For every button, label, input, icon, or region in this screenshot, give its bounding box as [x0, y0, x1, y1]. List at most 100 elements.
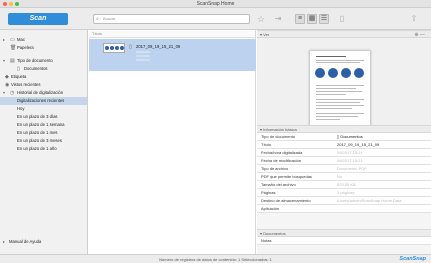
sidebar-item-label: Historial de digitalización — [17, 90, 64, 95]
search-placeholder: Buscar — [103, 16, 116, 21]
sidebar-item-recent-scans[interactable]: Digitalizaciones recientes — [0, 97, 87, 105]
share-icon[interactable]: ⇧ — [408, 13, 420, 25]
sidebar-item-label: En un plazo de 1 año — [17, 146, 57, 151]
sidebar-item-label: Etiqueta — [11, 74, 27, 79]
chevron-down-icon[interactable]: ▾ — [3, 57, 5, 65]
sidebar-item-1-year[interactable]: En un plazo de 1 año — [0, 145, 87, 153]
sidebar-item-3-days[interactable]: En un plazo de 3 días — [0, 113, 87, 121]
sidebar-item-today[interactable]: Hoy — [0, 105, 87, 113]
info-value: 1 páginas — [337, 190, 355, 195]
info-row-title: Título 2017_09_19_15_21_09 — [257, 141, 431, 149]
search-icon: ⌕ — [96, 16, 99, 22]
sidebar-item-trash[interactable]: 🗑 Papelera — [0, 44, 87, 52]
info-key: Destino de almacenamiento — [261, 198, 311, 203]
toolbar: Scan ⌕ Buscar ☆ ⇥ ≡ ▦ ☰ ▯ ⇧ — [0, 8, 431, 30]
chevron-down-icon[interactable]: ▾ — [3, 89, 5, 97]
sidebar-item-label: Digitalizaciones recientes — [17, 98, 65, 103]
sidebar-item-document-type[interactable]: ▾ ▤ Tipo de documento — [0, 57, 87, 65]
info-key: Tamaño del archivo — [261, 182, 296, 187]
title-bar: ScanSnap Home — [0, 0, 431, 8]
document-preview[interactable] — [309, 50, 371, 127]
sidebar: ▸ ▭ Mac 🗑 Papelera ▾ ▤ Tipo de documento… — [0, 30, 88, 254]
chevron-right-icon[interactable]: ▸ — [3, 36, 5, 44]
notes-label: Notas — [261, 238, 272, 243]
documents-section-header[interactable]: ▾ Documentos — [257, 229, 431, 237]
info-row-searchable-pdf: PDF que permite búsquedas No — [257, 173, 431, 181]
info-row-file-type: Tipo de archivo Documento PDF — [257, 165, 431, 173]
viewer-header[interactable]: ▾ Ver ⊕ — — [257, 30, 431, 38]
sidebar-item-label: Tipo de documento — [17, 58, 53, 63]
list-view-button[interactable]: ≡ — [295, 14, 305, 24]
status-text: Número de registros de datos de contenid… — [159, 257, 272, 262]
sidebar-item-label: Mac — [17, 37, 25, 42]
sidebar-item-label: Documentos — [24, 66, 48, 71]
info-value: No — [337, 174, 343, 179]
scan-button[interactable]: Scan — [8, 13, 68, 25]
window-title: ScanSnap Home — [196, 1, 235, 7]
title-field[interactable]: 2017_09_19_15_21_09 — [337, 141, 379, 149]
sidebar-item-scan-history[interactable]: ▾ ◷ Historial de digitalización — [0, 89, 87, 97]
documents-section-label: Documentos — [263, 231, 286, 236]
sidebar-item-1-month[interactable]: En un plazo de 1 mes — [0, 129, 87, 137]
detail-view-button[interactable]: ☰ — [319, 14, 329, 24]
list-column-header[interactable]: Título — [89, 30, 255, 38]
sidebar-item-mac[interactable]: ▸ ▭ Mac — [0, 36, 87, 44]
sidebar-item-3-months[interactable]: En un plazo de 3 meses — [0, 137, 87, 145]
open-icon[interactable]: ▯ — [336, 13, 348, 25]
document-icon: ▯ — [17, 66, 20, 72]
tag-icon: ◆ — [5, 74, 9, 80]
sidebar-item-label: En un plazo de 3 meses — [17, 138, 62, 143]
preview-area — [257, 38, 431, 127]
list-item-meta — [136, 59, 150, 61]
list-item[interactable]: ▯ 2017_09_19_15_21_09 — [89, 39, 256, 71]
list-item-meta — [136, 55, 150, 57]
viewer-header-label: Ver — [263, 32, 270, 37]
basic-info-header-label: Información básica — [263, 127, 297, 132]
sidebar-item-tag[interactable]: ◆ Etiqueta — [0, 73, 87, 81]
document-type-icon: ▤ — [10, 58, 15, 64]
info-value: Documento PDF — [337, 166, 367, 171]
favorite-star-icon[interactable]: ☆ — [256, 13, 266, 25]
info-key: Título — [261, 142, 272, 147]
list-item-meta — [136, 51, 150, 53]
info-value: 523,55 KB — [337, 182, 356, 187]
computer-icon: ▭ — [10, 37, 15, 43]
pdf-file-icon: ▯ — [129, 44, 132, 50]
sidebar-item-help-manual[interactable]: ▸ Manual de Ayuda — [0, 238, 87, 246]
info-row-pages: Páginas 1 páginas — [257, 189, 431, 197]
info-row-storage-location: Destino de almacenamiento /Users/admin/S… — [257, 197, 431, 205]
info-value-text: Documentos — [340, 134, 363, 139]
sidebar-item-label: Vistos recientes — [11, 82, 41, 87]
grid-view-button[interactable]: ▦ — [307, 14, 317, 24]
sidebar-item-label: Manual de Ayuda — [9, 239, 42, 244]
info-row-application: Aplicación — [257, 205, 431, 213]
info-row-document-type: Tipo de documento ▯ Documentos — [257, 133, 431, 141]
sidebar-item-label: En un plazo de 3 días — [17, 114, 58, 119]
document-thumbnail — [103, 43, 125, 53]
chevron-right-icon[interactable]: ▸ — [3, 238, 5, 246]
sidebar-item-documents[interactable]: ▯ Documentos — [0, 65, 87, 73]
sidebar-item-1-week[interactable]: En un plazo de 1 semana — [0, 121, 87, 129]
basic-info-header[interactable]: ▾ Información básica — [257, 125, 431, 133]
info-key: Fecha/hora digitalizada — [261, 150, 303, 155]
info-row-modified-date: Fecha de modificación 09/2017 15:21 — [257, 157, 431, 165]
history-icon: ◷ — [10, 90, 15, 96]
info-key: Aplicación — [261, 206, 280, 211]
info-key: Tipo de archivo — [261, 166, 289, 171]
info-row-scanned-date: Fecha/hora digitalizada 09/2017 15:21 — [257, 149, 431, 157]
info-row-notes[interactable]: Notas — [257, 237, 431, 245]
info-value[interactable]: ▯ Documentos — [337, 133, 363, 141]
info-row-file-size: Tamaño del archivo 523,55 KB — [257, 181, 431, 189]
search-field[interactable]: ⌕ Buscar — [93, 14, 250, 24]
trash-icon: 🗑 — [10, 45, 17, 51]
info-value: /Users/admin/ScanSnap Home Data — [337, 198, 402, 203]
info-value: 09/2017 15:21 — [337, 150, 363, 155]
sidebar-item-label: Papelera — [17, 45, 34, 50]
info-key: PDF que permite búsquedas — [261, 174, 312, 179]
export-icon[interactable]: ⇥ — [272, 13, 284, 25]
sidebar-item-recently-viewed[interactable]: ◉ Vistos recientes — [0, 81, 87, 89]
status-bar: Número de registros de datos de contenid… — [0, 254, 431, 263]
sidebar-item-label: En un plazo de 1 mes — [17, 130, 58, 135]
detail-pane: ▾ Ver ⊕ — ▾ Información básica Tipo de d… — [257, 30, 431, 254]
info-key: Fecha de modificación — [261, 158, 302, 163]
